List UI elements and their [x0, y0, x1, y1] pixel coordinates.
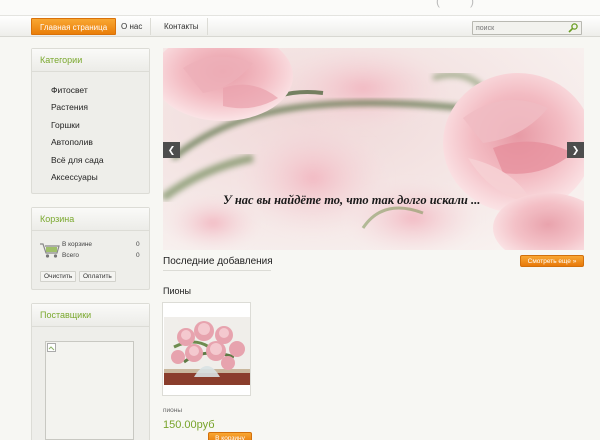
- product-category-title: Пионы: [163, 286, 191, 296]
- latest-title: Последние добавления: [163, 256, 273, 267]
- chevron-right-icon: ❯: [571, 145, 580, 155]
- chevron-left-icon: ❮: [167, 145, 176, 155]
- nav-about[interactable]: О нас: [113, 18, 152, 35]
- hero-slider: У нас вы найдёте то, что так долго искал…: [163, 48, 584, 250]
- suppliers-title: Поставщики: [32, 304, 149, 327]
- cart-total-label: Всего: [62, 252, 80, 259]
- main-nav: Главная страница О нас Контакты: [0, 15, 600, 37]
- see-more-button[interactable]: Смотреть еще »: [520, 255, 584, 267]
- header-decoration: (): [436, 0, 504, 8]
- cart-panel: Корзина В корзине 0 Всего 0 Очистить Опл…: [31, 207, 150, 290]
- search-button[interactable]: [566, 22, 580, 34]
- nav-home[interactable]: Главная страница: [31, 18, 117, 35]
- cart-in-cart-label: В корзине: [62, 241, 93, 248]
- top-strip: (): [0, 0, 600, 15]
- search-icon: [568, 23, 578, 33]
- category-item-garden[interactable]: Всё для сада: [51, 152, 149, 169]
- cart-in-cart-count: 0: [136, 241, 140, 248]
- add-to-cart-button[interactable]: В корзину: [208, 432, 252, 440]
- cart-pay-button[interactable]: Оплатить: [79, 271, 116, 282]
- search-input[interactable]: [476, 23, 564, 33]
- category-item-autowatering[interactable]: Автополив: [51, 134, 149, 151]
- broken-image-icon: [47, 343, 56, 352]
- supplier-image[interactable]: [45, 341, 134, 440]
- product-price: 150.00руб: [163, 419, 215, 431]
- latest-divider: [163, 270, 271, 271]
- product-card[interactable]: [162, 302, 251, 396]
- category-item-plants[interactable]: Растения: [51, 99, 149, 116]
- slider-prev-button[interactable]: ❮: [163, 142, 180, 158]
- categories-panel: Категории Фитосвет Растения Горшки Автоп…: [31, 48, 150, 194]
- category-item-accessories[interactable]: Аксессуары: [51, 169, 149, 186]
- slider-next-button[interactable]: ❯: [567, 142, 584, 158]
- category-list: Фитосвет Растения Горшки Автополив Всё д…: [32, 72, 149, 186]
- categories-title: Категории: [32, 49, 149, 72]
- product-image: [164, 317, 250, 385]
- suppliers-panel: Поставщики: [31, 303, 150, 440]
- nav-contacts[interactable]: Контакты: [156, 18, 208, 35]
- cart-title: Корзина: [32, 208, 149, 231]
- category-item-fitosvet[interactable]: Фитосвет: [51, 82, 149, 99]
- cart-total-value: 0: [136, 252, 140, 259]
- category-item-pots[interactable]: Горшки: [51, 117, 149, 134]
- slider-caption: У нас вы найдёте то, что так долго искал…: [223, 193, 481, 207]
- cart-clear-button[interactable]: Очистить: [40, 271, 77, 282]
- search-box: [472, 21, 582, 35]
- product-name[interactable]: пионы: [163, 407, 182, 414]
- cart-icon: [40, 243, 60, 258]
- hero-peony-image: [163, 48, 584, 250]
